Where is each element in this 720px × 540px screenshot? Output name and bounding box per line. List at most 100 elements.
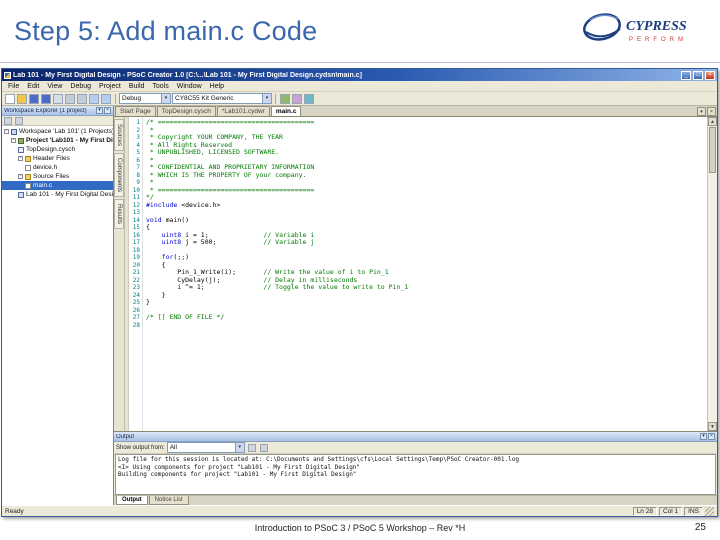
menu-item-project[interactable]: Project	[95, 83, 125, 90]
tab-scroll-icon[interactable]: ▾	[697, 107, 706, 116]
expander-icon[interactable]: -	[11, 138, 16, 143]
debug-icon[interactable]	[304, 93, 314, 104]
chevron-down-icon[interactable]: ▾	[161, 94, 170, 103]
line-number: 1	[136, 119, 140, 126]
cut-icon[interactable]	[53, 93, 63, 104]
output-tab[interactable]: Notice List	[148, 496, 189, 505]
chevron-down-icon[interactable]: ▾	[262, 94, 271, 103]
menu-item-debug[interactable]: Debug	[66, 83, 95, 90]
menu-item-build[interactable]: Build	[125, 83, 149, 90]
menu-item-file[interactable]: File	[4, 83, 23, 90]
copy-output-icon[interactable]	[259, 443, 268, 452]
new-file-icon[interactable]	[5, 93, 15, 104]
close-icon[interactable]: ×	[104, 107, 111, 114]
file-icon	[25, 164, 31, 171]
code-area[interactable]: /* =====================================…	[143, 117, 707, 431]
side-tab[interactable]: Sources	[114, 119, 124, 152]
editor-tab[interactable]: main.c	[270, 106, 302, 116]
expander-icon[interactable]: -	[18, 156, 23, 161]
program-icon[interactable]	[292, 93, 302, 104]
side-tab[interactable]: Components	[114, 153, 124, 198]
chevron-down-icon[interactable]: ▾	[234, 443, 244, 452]
pin-icon[interactable]: ▾	[700, 433, 707, 440]
build-icon[interactable]	[280, 93, 290, 104]
collapse-all-icon[interactable]	[4, 116, 12, 125]
tree-item[interactable]: Lab 101 - My First Digital Design.cydwr	[2, 190, 113, 199]
window-titlebar[interactable]: Lab 101 - My First Digital Design - PSoC…	[2, 69, 717, 81]
code-line: }	[146, 290, 166, 299]
output-source-combo[interactable]: All ▾	[166, 442, 245, 453]
close-button[interactable]: ×	[705, 70, 715, 80]
code-line: void main()	[146, 215, 190, 224]
line-number: 18	[132, 246, 140, 254]
tree-item[interactable]: - Project 'Lab101 - My First Digital Desi…	[2, 136, 113, 145]
scrollbar-track[interactable]	[708, 174, 717, 422]
open-file-icon[interactable]	[17, 93, 27, 104]
log-line: Log file for this session is located at:…	[118, 456, 519, 463]
save-icon[interactable]	[29, 93, 39, 104]
editor-scrollbar[interactable]: ▲ ▼	[707, 117, 717, 431]
scroll-down-icon[interactable]: ▼	[708, 422, 717, 431]
config-combo-value: Debug	[122, 95, 142, 102]
line-number: 3	[136, 134, 140, 141]
paste-icon[interactable]	[77, 93, 87, 104]
tree-item[interactable]: - Workspace 'Lab 101' (1 Projects)	[2, 127, 113, 136]
expander-icon[interactable]: -	[18, 174, 23, 179]
slide-title: Step 5: Add main.c Code	[14, 16, 318, 46]
copy-icon[interactable]	[65, 93, 75, 104]
menu-item-help[interactable]: Help	[206, 83, 228, 90]
target-combo[interactable]: CY8C55 Kit Generic ▾	[172, 93, 272, 104]
menu-item-view[interactable]: View	[43, 83, 66, 90]
side-tab[interactable]: Results	[114, 199, 124, 230]
main-toolbar: Debug ▾ CY8C55 Kit Generic ▾	[2, 92, 717, 106]
tree-item[interactable]: TopDesign.cysch	[2, 145, 113, 154]
save-all-icon[interactable]	[41, 93, 51, 104]
undo-icon[interactable]	[89, 93, 99, 104]
scrollbar-thumb[interactable]	[709, 127, 716, 173]
line-number: 23	[132, 284, 140, 291]
minimize-button[interactable]: _	[681, 70, 691, 80]
tree-item[interactable]: main.c	[2, 181, 113, 190]
expander-icon[interactable]: -	[4, 129, 9, 134]
workspace-header: Workspace Explorer (1 project) ▾ ×	[2, 106, 113, 116]
close-icon[interactable]: ×	[708, 433, 715, 440]
tree-item[interactable]: device.h	[2, 163, 113, 172]
redo-icon[interactable]	[101, 93, 111, 104]
project-icon	[18, 137, 24, 144]
editor-tab[interactable]: *Lab101.cydwr	[216, 106, 270, 116]
clear-output-icon[interactable]	[247, 443, 256, 452]
log-line: Building components for project "Lab101 …	[118, 471, 357, 478]
resize-grip[interactable]	[705, 506, 714, 516]
line-number: 4	[136, 141, 140, 149]
line-number: 19	[132, 254, 140, 261]
code-line: #include <device.h>	[146, 200, 221, 209]
window-title: Lab 101 - My First Digital Design - PSoC…	[13, 71, 362, 79]
maximize-button[interactable]: □	[693, 70, 703, 80]
menu-item-tools[interactable]: Tools	[148, 83, 172, 90]
editor-tab[interactable]: Start Page	[115, 106, 156, 116]
editor-tab[interactable]: TopDesign.cysch	[156, 106, 216, 116]
code-line: for(;;)	[161, 253, 190, 261]
tab-close-icon[interactable]: ×	[707, 107, 716, 116]
side-tab-strip: Sources Components Results	[114, 117, 125, 431]
line-number: 21	[132, 269, 140, 276]
menu-item-edit[interactable]: Edit	[23, 83, 43, 90]
line-number: 9	[136, 179, 140, 186]
status-ready: Ready	[5, 507, 24, 515]
config-combo[interactable]: Debug ▾	[119, 93, 171, 104]
pin-icon[interactable]: ▾	[96, 107, 103, 114]
cypress-swirl-icon	[583, 13, 621, 41]
output-log[interactable]: Log file for this session is located at:…	[115, 454, 716, 495]
tree-item[interactable]: - Header Files	[2, 154, 113, 163]
output-source-value: All	[169, 444, 177, 451]
editor-tabs: Start Page TopDesign.cysch *Lab101.cydwr ma…	[115, 106, 696, 116]
line-number: 27	[132, 314, 140, 321]
menu-item-window[interactable]: Window	[173, 83, 206, 90]
scroll-up-icon[interactable]: ▲	[708, 117, 717, 126]
app-window: Lab 101 - My First Digital Design - PSoC…	[1, 68, 718, 517]
line-number: 5	[136, 149, 140, 156]
line-number: 12	[132, 201, 140, 209]
tree-item[interactable]: - Source Files	[2, 172, 113, 181]
show-all-icon[interactable]	[15, 116, 23, 125]
output-tab[interactable]: Output	[116, 496, 148, 505]
